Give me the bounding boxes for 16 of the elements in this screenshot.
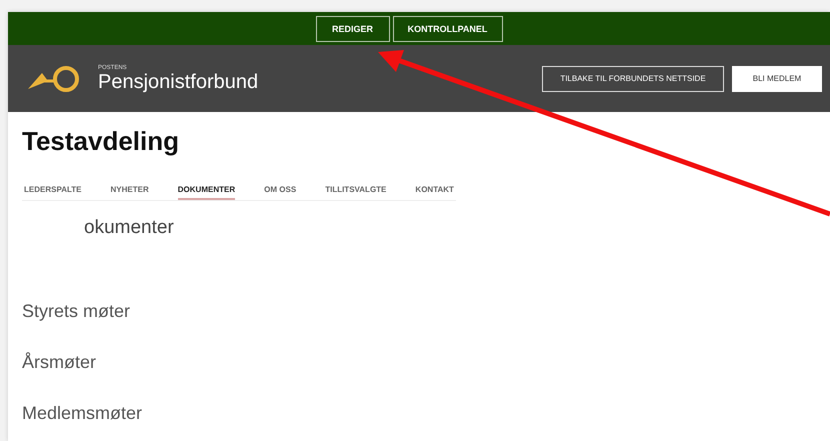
logo-name: Pensjonistforbund [98, 70, 258, 92]
admin-button[interactable]: KONTROLLPANEL [392, 16, 502, 42]
nav-tab[interactable]: OM OSS [264, 185, 296, 200]
nav-tab[interactable]: NYHETER [110, 185, 149, 200]
nav-tab[interactable]: KONTAKT [415, 185, 454, 200]
document-category-link[interactable]: Årsmøter [22, 352, 830, 373]
nav-tab[interactable]: LEDERSPALTE [24, 185, 82, 200]
document-category-link[interactable]: Styrets møter [22, 301, 830, 322]
header-button[interactable]: TILBAKE TIL FORBUNDETS NETTSIDE [542, 66, 724, 92]
section-heading: okumenter [83, 217, 175, 239]
page-title: Testavdeling [22, 125, 180, 157]
nav-tab[interactable]: TILLITSVALGTE [325, 185, 386, 200]
admin-button[interactable]: REDIGER [316, 16, 390, 42]
nav-tab[interactable]: DOKUMENTER [178, 185, 236, 200]
document-category-link[interactable]: Medlemsmøter [22, 403, 830, 424]
header-button[interactable]: BLI MEDLEM [732, 66, 822, 92]
